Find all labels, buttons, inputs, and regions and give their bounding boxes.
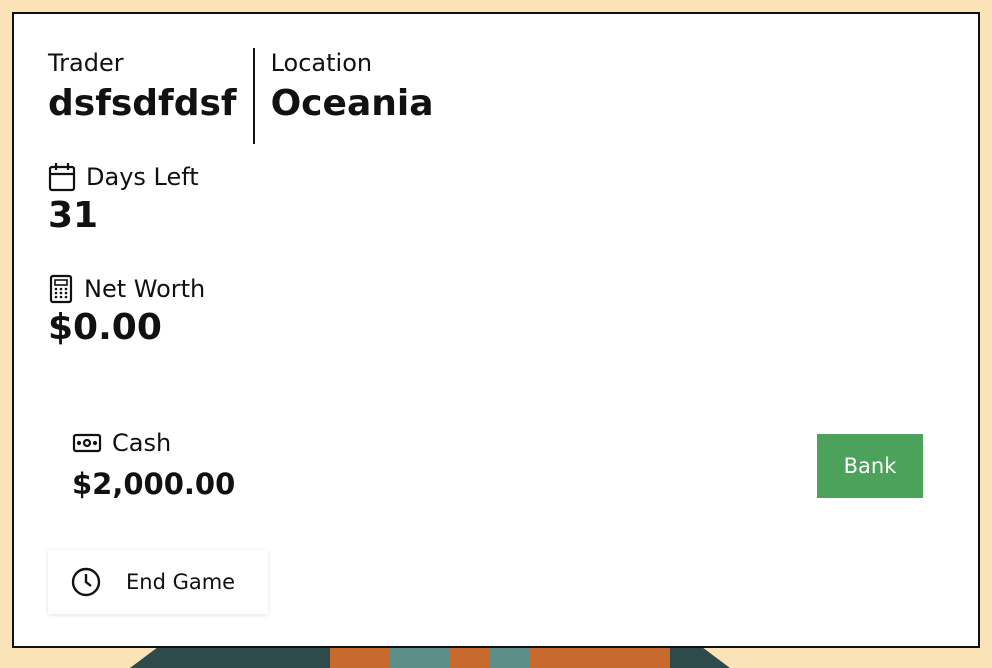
status-card: Trader dsfsdfdsf Location Oceania Days L…	[12, 12, 980, 648]
trader-label: Trader	[48, 49, 124, 77]
net-worth-label: Net Worth	[84, 275, 206, 303]
cash-value: $2,000.00	[72, 467, 236, 501]
calculator-icon	[48, 274, 74, 304]
net-worth-value: $0.00	[48, 307, 162, 348]
location-label: Location	[270, 49, 373, 77]
calendar-icon	[48, 162, 76, 192]
end-game-button[interactable]: End Game	[48, 550, 268, 614]
end-game-label: End Game	[126, 570, 236, 594]
clock-icon	[70, 566, 102, 598]
days-left-value: 31	[48, 195, 99, 236]
cash-section: Cash $2,000.00	[72, 428, 235, 504]
location-section: Location Oceania	[255, 48, 434, 144]
trader-section: Trader dsfsdfdsf	[48, 48, 255, 144]
header-row: Trader dsfsdfdsf Location Oceania	[48, 48, 434, 144]
cash-icon	[72, 432, 102, 454]
location-name: Oceania	[270, 83, 434, 124]
net-worth-stat: Net Worth $0.00	[48, 274, 205, 350]
bank-button[interactable]: Bank	[817, 434, 923, 498]
days-left-label: Days Left	[86, 163, 199, 191]
cash-label: Cash	[112, 429, 172, 457]
days-left-stat: Days Left 31	[48, 162, 199, 238]
trader-name: dsfsdfdsf	[48, 83, 237, 124]
